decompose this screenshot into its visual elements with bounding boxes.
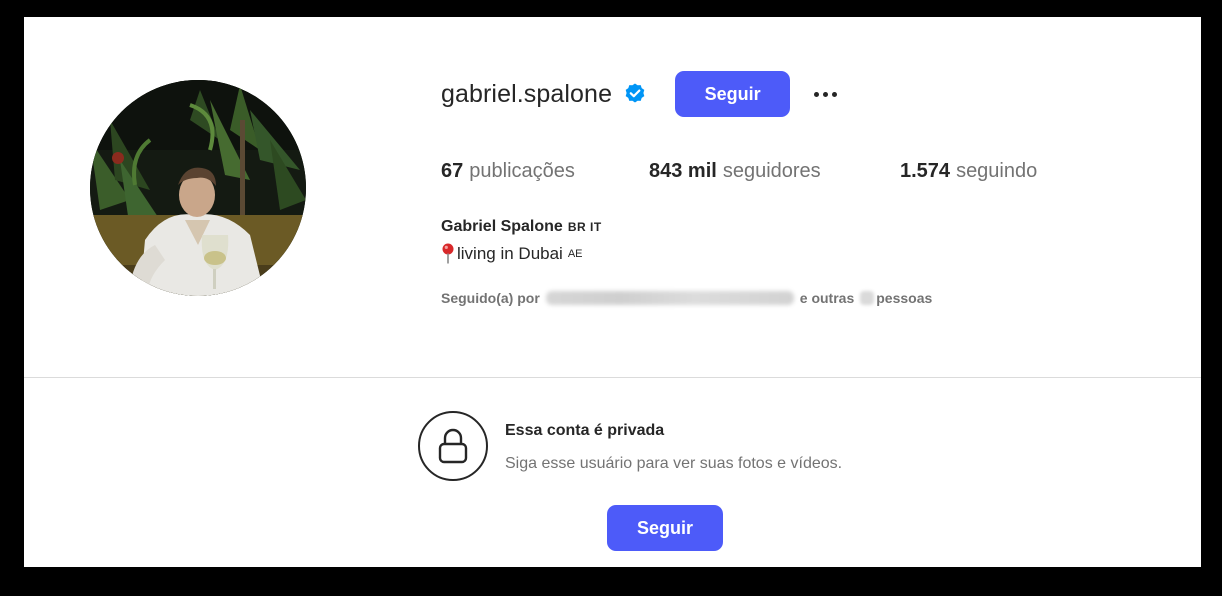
- username-row: gabriel.spalone Seguir: [441, 71, 842, 117]
- avatar-photo: [90, 80, 306, 296]
- bio: living in Dubai AE: [441, 243, 583, 265]
- blurred-follower-names: [545, 291, 794, 305]
- profile-stats: 67 publicações 843 mil seguidores 1.574 …: [441, 160, 1037, 183]
- lock-icon: [418, 411, 488, 481]
- followed-by-middle: e outras: [799, 290, 855, 306]
- followers-count: 843 mil: [649, 160, 717, 182]
- posts-count: 67: [441, 160, 464, 182]
- bio-text: living in Dubai: [457, 244, 563, 263]
- bio-flag: AE: [567, 248, 583, 260]
- follow-button[interactable]: Seguir: [675, 71, 791, 117]
- followed-by-prefix: Seguido(a) por: [441, 290, 540, 306]
- followed-by[interactable]: Seguido(a) por e outras pessoas: [441, 290, 932, 306]
- full-name-row: Gabriel Spalone BR IT: [441, 218, 602, 236]
- username: gabriel.spalone: [441, 79, 613, 108]
- following-label: seguindo: [956, 160, 1038, 182]
- followed-by-suffix: pessoas: [876, 290, 933, 306]
- more-options-icon[interactable]: [808, 77, 842, 111]
- round-pushpin-icon: [441, 243, 455, 265]
- full-name: Gabriel Spalone: [441, 218, 563, 235]
- follow-button-private[interactable]: Seguir: [607, 505, 723, 551]
- section-divider: [24, 377, 1201, 378]
- verified-badge-icon: [623, 82, 647, 106]
- private-account-subtitle: Siga esse usuário para ver suas fotos e …: [505, 455, 843, 472]
- blurred-follower-count: [860, 291, 875, 305]
- profile-page: gabriel.spalone Seguir 67 publicações 84…: [24, 17, 1201, 567]
- full-name-flags: BR IT: [567, 220, 602, 234]
- posts-label: publicações: [469, 160, 575, 182]
- posts-stat: 67 publicações: [441, 160, 649, 183]
- private-account-title: Essa conta é privada: [505, 422, 665, 439]
- followers-stat[interactable]: 843 mil seguidores: [649, 160, 900, 183]
- followers-label: seguidores: [722, 160, 821, 182]
- following-count: 1.574: [900, 160, 951, 182]
- following-stat[interactable]: 1.574 seguindo: [900, 160, 1037, 183]
- profile-avatar[interactable]: [90, 80, 306, 296]
